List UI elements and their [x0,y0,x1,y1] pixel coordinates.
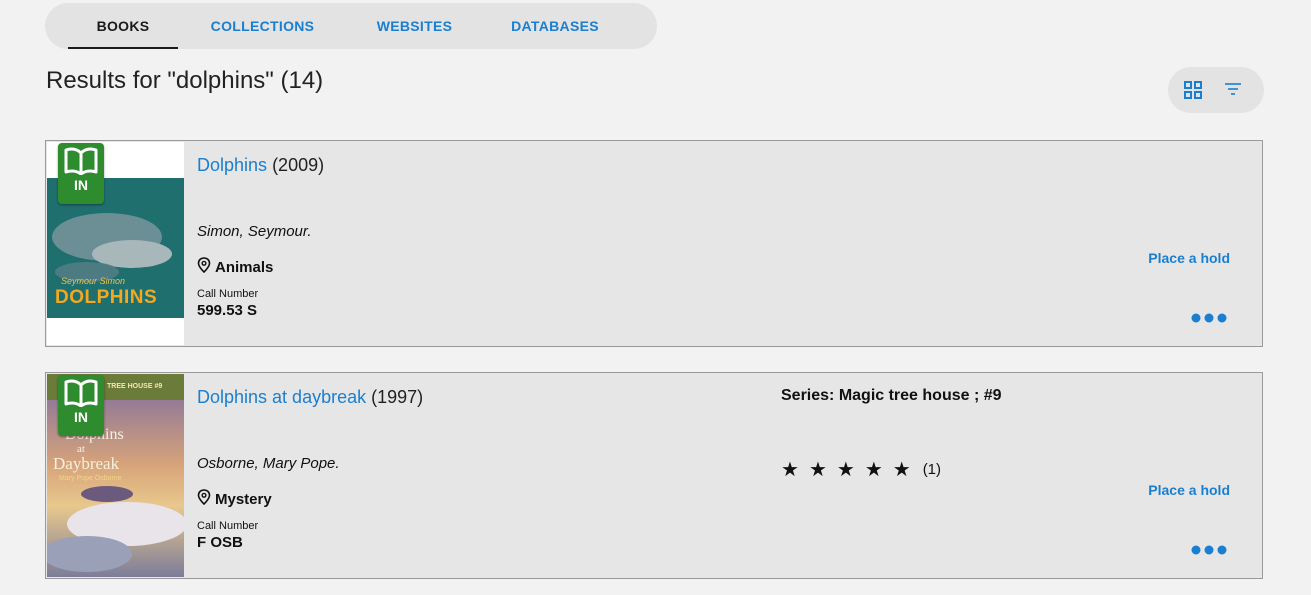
book-author: Simon, Seymour. [197,223,312,240]
book-location: Mystery [197,489,272,509]
tab-books[interactable]: BOOKS [68,3,178,49]
book-title-link[interactable]: Dolphins [197,155,267,175]
tab-collections[interactable]: COLLECTIONS [195,3,330,49]
call-number-label: Call Number [197,288,259,300]
location-pin-icon [197,489,215,509]
grid-icon[interactable] [1182,79,1204,101]
tab-websites[interactable]: WEBSITES [363,3,466,49]
cover-author-text: Seymour Simon [61,276,126,286]
star-rating: ★ ★ ★ ★ ★ (1) [781,457,941,482]
book-title-line: Dolphins (2009) [197,155,324,176]
filter-icon[interactable] [1222,79,1244,101]
star-icon: ★ [781,459,799,481]
book-location: Animals [197,257,273,277]
book-title-line: Dolphins at daybreak (1997) [197,387,423,408]
view-controls [1168,67,1264,113]
cover-series-text: TREE HOUSE #9 [107,383,163,390]
availability-label: IN [74,177,88,193]
availability-label: IN [74,409,88,425]
book-series: Series: Magic tree house ; #9 [781,387,1002,404]
open-book-icon [64,379,98,412]
location-label: Mystery [215,490,272,508]
rating-count: (1) [922,461,942,478]
call-number: 599.53 S [197,302,258,319]
star-icon: ★ [892,459,911,481]
cover-author-text: Mary Pope Osborne [59,475,122,482]
book-year: (2009) [272,155,325,175]
availability-badge: IN [58,375,104,436]
cover-title-daybreak: Daybreak [53,454,120,473]
place-hold-link[interactable]: Place a hold [1148,482,1230,498]
results-heading: Results for "dolphins" (14) [46,67,324,94]
star-icon: ★ [864,459,883,481]
more-options-button[interactable] [1190,543,1228,555]
cover-title-text: DOLPHINS [55,287,158,308]
book-card: TREE HOUSE #9 Dolphins at Daybreak Mary … [45,372,1263,579]
location-label: Animals [215,258,274,276]
book-title-link[interactable]: Dolphins at daybreak [197,387,366,407]
call-number: F OSB [197,534,243,551]
tab-databases[interactable]: DATABASES [500,3,610,49]
open-book-icon [64,147,98,180]
book-year: (1997) [371,387,424,407]
availability-badge: IN [58,143,104,204]
star-icon: ★ [836,459,855,481]
place-hold-link[interactable]: Place a hold [1148,250,1230,266]
book-card: Seymour Simon DOLPHINS IN Dolphins (2009… [45,140,1263,347]
call-number-label: Call Number [197,520,259,532]
search-type-tabs: BOOKS COLLECTIONS WEBSITES DATABASES [45,3,657,49]
location-pin-icon [197,257,215,277]
book-author: Osborne, Mary Pope. [197,455,340,472]
more-options-button[interactable] [1190,311,1228,323]
star-icon: ★ [808,459,827,481]
